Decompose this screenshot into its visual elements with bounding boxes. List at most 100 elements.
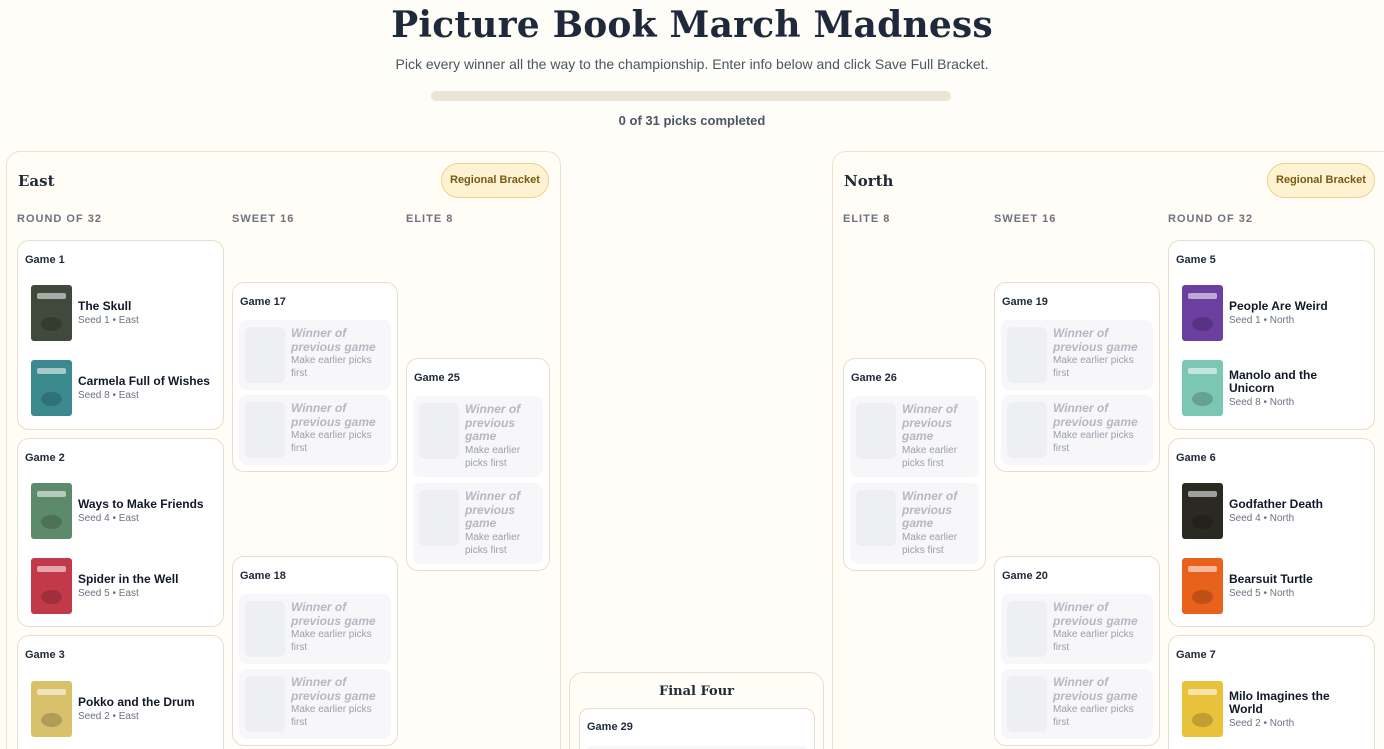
game-title: Game 1 <box>25 254 65 266</box>
final-four-title: Final Four <box>659 684 734 699</box>
round-label-elite-8: ELITE 8 <box>406 213 454 225</box>
placeholder-title: Winner of previous game <box>1053 600 1138 628</box>
book-cover-image <box>31 360 72 416</box>
game-title: Game 18 <box>240 570 286 582</box>
placeholder-title: Winner of previous game <box>291 401 376 429</box>
game-card: Game 7 Milo Imagines the World Seed 2 • N… <box>1168 635 1375 749</box>
placeholder-cover <box>245 402 285 458</box>
game-card: Game 2 Ways to Make Friends Seed 4 • East… <box>17 438 224 627</box>
book-title: Carmela Full of Wishes <box>78 374 210 388</box>
book-title: Milo Imagines the World <box>1229 688 1330 716</box>
placeholder-title: Winner of previous game <box>902 489 958 530</box>
pending-slot[interactable]: Winner of previous game Make earlier pick… <box>239 395 391 465</box>
book-title: Ways to Make Friends <box>78 497 204 511</box>
pending-slot[interactable]: Winner of previous game Make earlier pick… <box>239 669 391 739</box>
seed-label: Seed 2 • East <box>78 711 139 722</box>
placeholder-subtitle: Make earlier picks first <box>291 355 372 379</box>
game-title: Game 2 <box>25 452 65 464</box>
book-title: Pokko and the Drum <box>78 695 195 709</box>
region-name: North <box>844 172 894 190</box>
placeholder-cover <box>1007 601 1047 657</box>
placeholder-cover <box>419 403 459 459</box>
game-card: Game 19 Winner of previous game Make earl… <box>994 282 1160 472</box>
seed-label: Seed 8 • East <box>78 390 139 401</box>
team-pick[interactable]: Spider in the Well Seed 5 • East <box>31 558 213 614</box>
placeholder-title: Winner of previous game <box>902 402 958 443</box>
placeholder-cover <box>856 403 896 459</box>
team-pick[interactable]: Milo Imagines the World Seed 2 • North <box>1182 681 1364 737</box>
game-title: Game 29 <box>587 721 633 733</box>
game-card: Game 26 Winner of previous game Make earl… <box>843 358 986 571</box>
placeholder-title: Winner of previous game <box>291 675 376 703</box>
seed-label: Seed 5 • East <box>78 588 139 599</box>
team-pick[interactable]: People Are Weird Seed 1 • North <box>1182 285 1364 341</box>
pending-slot[interactable]: Winner of previous game Make earlier pick… <box>239 594 391 664</box>
placeholder-title: Winner of previous game <box>1053 326 1138 354</box>
game-card: Game 20 Winner of previous game Make earl… <box>994 556 1160 746</box>
seed-label: Seed 8 • North <box>1229 396 1295 408</box>
book-cover-image <box>31 558 72 614</box>
placeholder-title: Winner of previous game <box>1053 675 1138 703</box>
seed-label: Seed 2 • North <box>1229 717 1295 729</box>
placeholder-subtitle: Make earlier picks first <box>1053 704 1134 728</box>
placeholder-subtitle: Make earlier picks first <box>291 629 372 653</box>
seed-label: Seed 4 • North <box>1229 513 1295 524</box>
placeholder-cover <box>245 327 285 383</box>
pending-slot[interactable]: Winner of previous game Make earlier pick… <box>1001 395 1153 465</box>
placeholder-subtitle: Make earlier picks first <box>291 430 372 454</box>
team-pick[interactable]: Pokko and the Drum Seed 2 • East <box>31 681 213 737</box>
seed-label: Seed 5 • North <box>1229 588 1295 599</box>
pending-slot[interactable]: Winner of previous game Make earlier pick… <box>850 483 979 564</box>
placeholder-subtitle: Make earlier picks first <box>291 704 372 728</box>
team-pick[interactable]: Godfather Death Seed 4 • North <box>1182 483 1364 539</box>
game-title: Game 5 <box>1176 254 1216 266</box>
pending-slot[interactable]: Winner of previous game Make earlier pick… <box>850 396 979 477</box>
round-label-sweet-16: SWEET 16 <box>232 213 295 225</box>
pending-slot[interactable]: Winner of previous game Make earlier pick… <box>1001 320 1153 390</box>
placeholder-cover <box>245 676 285 732</box>
round-label-round-of-32: ROUND OF 32 <box>1168 213 1253 225</box>
pending-slot[interactable]: Winner of previous game Make earlier pick… <box>1001 669 1153 739</box>
book-cover-image <box>1182 558 1223 614</box>
team-pick[interactable]: Manolo and the Unicorn Seed 8 • North <box>1182 360 1364 416</box>
team-pick[interactable]: The Skull Seed 1 • East <box>31 285 213 341</box>
game-card: Game 18 Winner of previous game Make earl… <box>232 556 398 746</box>
book-cover-image <box>31 681 72 737</box>
placeholder-title: Winner of previous game <box>291 326 376 354</box>
placeholder-cover <box>1007 327 1047 383</box>
placeholder-cover <box>419 490 459 546</box>
pending-slot[interactable]: Winner of previous game Make earlier pick… <box>413 483 543 564</box>
placeholder-cover <box>1007 676 1047 732</box>
region-badge: Regional Bracket <box>1267 163 1375 198</box>
game-card: Game 6 Godfather Death Seed 4 • North Bea… <box>1168 438 1375 627</box>
seed-label: Seed 4 • East <box>78 513 139 524</box>
game-title: Game 6 <box>1176 452 1216 464</box>
round-label-elite-8: ELITE 8 <box>843 213 891 225</box>
book-cover-image <box>1182 483 1223 539</box>
game-title: Game 26 <box>851 372 897 384</box>
placeholder-title: Winner of previous game <box>465 489 521 530</box>
progress-text: 0 of 31 picks completed <box>618 113 766 128</box>
placeholder-subtitle: Make earlier picks first <box>1053 629 1134 653</box>
team-pick[interactable]: Bearsuit Turtle Seed 5 • North <box>1182 558 1364 614</box>
pending-slot[interactable]: Winner of previous game Make earlier pick… <box>1001 594 1153 664</box>
placeholder-cover <box>1007 402 1047 458</box>
book-cover-image <box>1182 360 1223 416</box>
page-subtitle: Pick every winner all the way to the cha… <box>395 56 989 72</box>
placeholder-subtitle: Make earlier picks first <box>1053 355 1134 379</box>
placeholder-subtitle: Make earlier picks first <box>902 531 958 556</box>
pending-slot[interactable]: Winner of previous game Make earlier pick… <box>413 396 543 477</box>
region-name: East <box>18 172 55 190</box>
book-title: Godfather Death <box>1229 497 1324 511</box>
game-card: Game 29 <box>579 708 815 749</box>
seed-label: Seed 1 • North <box>1229 315 1295 326</box>
game-title: Game 25 <box>414 372 460 384</box>
game-title: Game 17 <box>240 296 286 308</box>
book-cover-image <box>1182 681 1223 737</box>
game-title: Game 7 <box>1176 649 1216 661</box>
team-pick[interactable]: Ways to Make Friends Seed 4 • East <box>31 483 213 539</box>
book-title: People Are Weird <box>1229 299 1328 313</box>
placeholder-title: Winner of previous game <box>291 600 376 628</box>
team-pick[interactable]: Carmela Full of Wishes Seed 8 • East <box>31 360 213 416</box>
pending-slot[interactable]: Winner of previous game Make earlier pick… <box>239 320 391 390</box>
